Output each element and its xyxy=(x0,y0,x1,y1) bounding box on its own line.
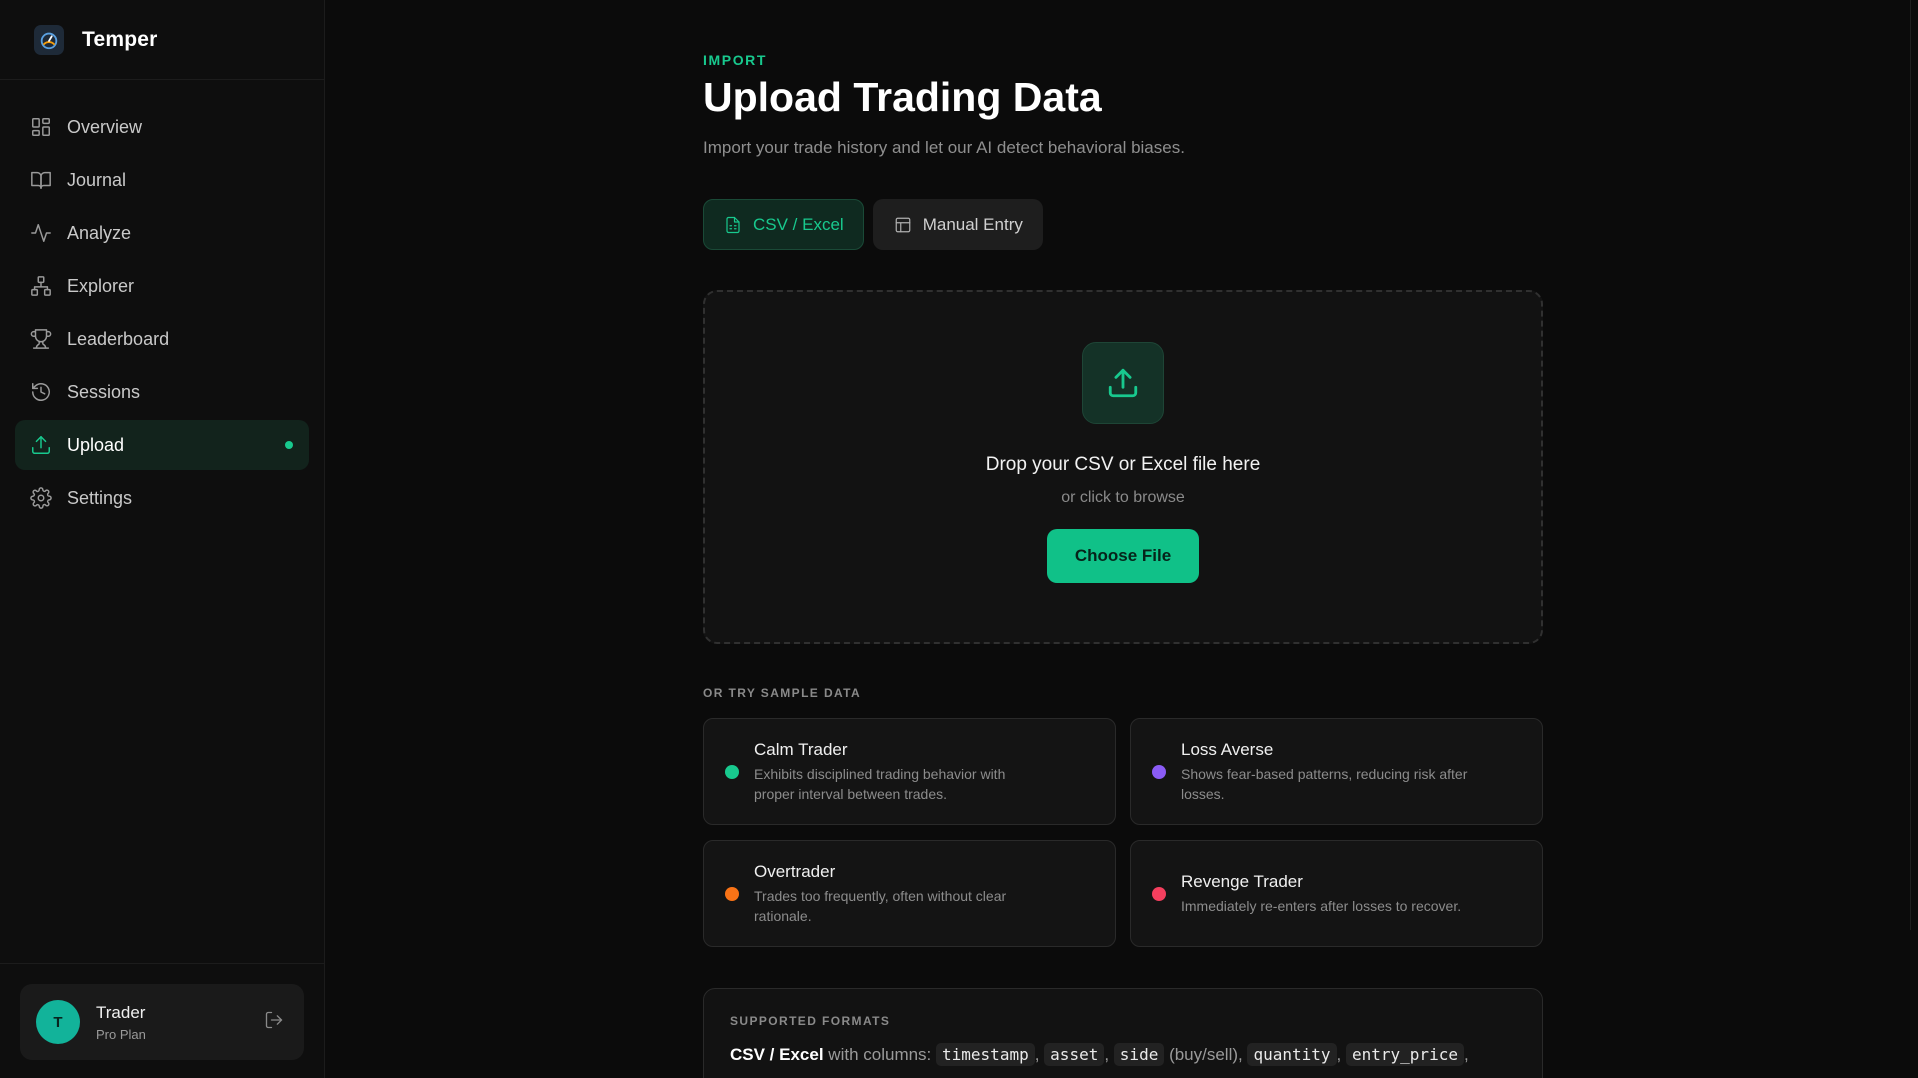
sample-name: Revenge Trader xyxy=(1181,871,1303,891)
column-code: side xyxy=(1113,1043,1165,1066)
sidebar-item-label: Settings xyxy=(67,487,133,508)
file-spreadsheet-icon xyxy=(726,216,740,233)
sample-name: Calm Trader xyxy=(754,739,848,759)
column-code: entry_price xyxy=(1346,1043,1464,1066)
brand[interactable]: Temper xyxy=(0,0,324,80)
gauge-icon xyxy=(34,24,64,55)
tab-label: CSV / Excel xyxy=(753,214,844,234)
user-area: T Trader Pro Plan xyxy=(0,963,324,1078)
app-root: Temper Overview Journal Analyze Explorer xyxy=(0,0,1918,1078)
sidebar-item-settings[interactable]: Settings xyxy=(15,473,309,523)
import-tabs: CSV / Excel Manual Entry xyxy=(703,199,1043,250)
page-title: Upload Trading Data xyxy=(703,74,1102,120)
sample-calm-trader[interactable]: Calm Trader Exhibits disciplined trading… xyxy=(703,718,1116,825)
sidebar-item-label: Sessions xyxy=(67,381,141,402)
grid-icon xyxy=(30,116,52,138)
sample-desc: Trades too frequently, often without cle… xyxy=(754,887,1007,924)
formats-line: CSV / Excel with columns: timestamp, ass… xyxy=(730,1043,1469,1066)
status-dot xyxy=(725,764,739,779)
sidebar-item-label: Overview xyxy=(67,116,143,137)
column-code: timestamp xyxy=(936,1043,1035,1066)
sidebar: Temper Overview Journal Analyze Explorer xyxy=(0,0,325,1078)
sidebar-item-label: Journal xyxy=(67,169,127,190)
book-icon xyxy=(30,169,52,191)
sample-text: Loss Averse Shows fear-based patterns, r… xyxy=(1181,740,1471,804)
side-note: (buy/sell), xyxy=(1169,1045,1243,1064)
sample-revenge-trader[interactable]: Revenge Trader Immediately re-enters aft… xyxy=(1130,840,1543,947)
sidebar-item-explorer[interactable]: Explorer xyxy=(15,261,309,311)
page-eyebrow: IMPORT xyxy=(703,52,768,68)
table-icon xyxy=(895,217,911,232)
sidebar-item-label: Explorer xyxy=(67,275,135,296)
formats-label: SUPPORTED FORMATS xyxy=(730,1014,891,1028)
column-code: quantity xyxy=(1247,1043,1337,1066)
tab-manual-entry[interactable]: Manual Entry xyxy=(872,199,1043,250)
supported-formats: SUPPORTED FORMATS CSV / Excel with colum… xyxy=(703,988,1543,1078)
status-dot xyxy=(725,886,739,901)
tab-csv-excel[interactable]: CSV / Excel xyxy=(703,199,864,250)
activity-icon xyxy=(30,222,52,244)
sidebar-item-journal[interactable]: Journal xyxy=(15,155,309,205)
history-icon xyxy=(30,381,52,403)
trophy-icon xyxy=(30,328,52,350)
sidebar-nav: Overview Journal Analyze Explorer Leader… xyxy=(0,80,324,523)
main-content: IMPORT Upload Trading Data Import your t… xyxy=(325,0,1918,1078)
choose-file-button[interactable]: Choose File xyxy=(1046,529,1200,583)
dropzone-subtitle: or click to browse xyxy=(1061,489,1185,506)
dropzone-title: Drop your CSV or Excel file here xyxy=(985,454,1261,475)
sample-loss-averse[interactable]: Loss Averse Shows fear-based patterns, r… xyxy=(1130,718,1543,825)
sidebar-item-sessions[interactable]: Sessions xyxy=(15,367,309,417)
sample-name: Loss Averse xyxy=(1181,739,1274,759)
sample-text: Revenge Trader Immediately re-enters aft… xyxy=(1181,872,1461,916)
sidebar-item-upload[interactable]: Upload xyxy=(15,420,309,470)
status-dot xyxy=(1152,764,1166,779)
sample-desc: Exhibits disciplined trading behavior wi… xyxy=(754,765,1006,802)
file-dropzone[interactable]: Drop your CSV or Excel file here or clic… xyxy=(703,290,1543,644)
sidebar-item-label: Upload xyxy=(67,434,125,455)
formats-with-columns: with columns: xyxy=(828,1045,932,1064)
sample-text: Overtrader Trades too frequently, often … xyxy=(754,862,1044,926)
user-plan: Pro Plan xyxy=(96,1026,146,1042)
active-indicator-dot xyxy=(285,441,293,449)
tab-label: Manual Entry xyxy=(922,214,1023,234)
scrollbar[interactable] xyxy=(1910,0,1918,930)
status-dot xyxy=(1152,886,1166,901)
sample-data-grid: Calm Trader Exhibits disciplined trading… xyxy=(703,718,1543,947)
sidebar-item-overview[interactable]: Overview xyxy=(15,102,309,152)
logout-icon[interactable] xyxy=(264,1010,288,1034)
sidebar-item-leaderboard[interactable]: Leaderboard xyxy=(15,314,309,364)
network-icon xyxy=(30,275,52,297)
sample-desc: Immediately re-enters after losses to re… xyxy=(1181,897,1462,914)
column-code: asset xyxy=(1044,1043,1105,1066)
sidebar-item-analyze[interactable]: Analyze xyxy=(15,208,309,258)
page-subtitle: Import your trade history and let our AI… xyxy=(703,138,1185,157)
formats-lead: CSV / Excel xyxy=(730,1045,824,1064)
sample-data-label: OR TRY SAMPLE DATA xyxy=(703,686,862,700)
sample-overtrader[interactable]: Overtrader Trades too frequently, often … xyxy=(703,840,1116,947)
user-name: Trader xyxy=(96,1002,146,1022)
gear-icon xyxy=(30,487,52,509)
sidebar-item-label: Analyze xyxy=(67,222,132,243)
upload-icon xyxy=(30,434,52,456)
sidebar-item-label: Leaderboard xyxy=(67,328,170,349)
sample-name: Overtrader xyxy=(754,861,836,881)
brand-name: Temper xyxy=(82,27,158,51)
avatar: T xyxy=(36,1000,80,1044)
sample-text: Calm Trader Exhibits disciplined trading… xyxy=(754,740,1044,804)
upload-icon xyxy=(1082,342,1164,424)
sample-desc: Shows fear-based patterns, reducing risk… xyxy=(1181,765,1468,802)
user-info: Trader Pro Plan xyxy=(96,1003,264,1042)
user-card[interactable]: T Trader Pro Plan xyxy=(20,984,304,1060)
